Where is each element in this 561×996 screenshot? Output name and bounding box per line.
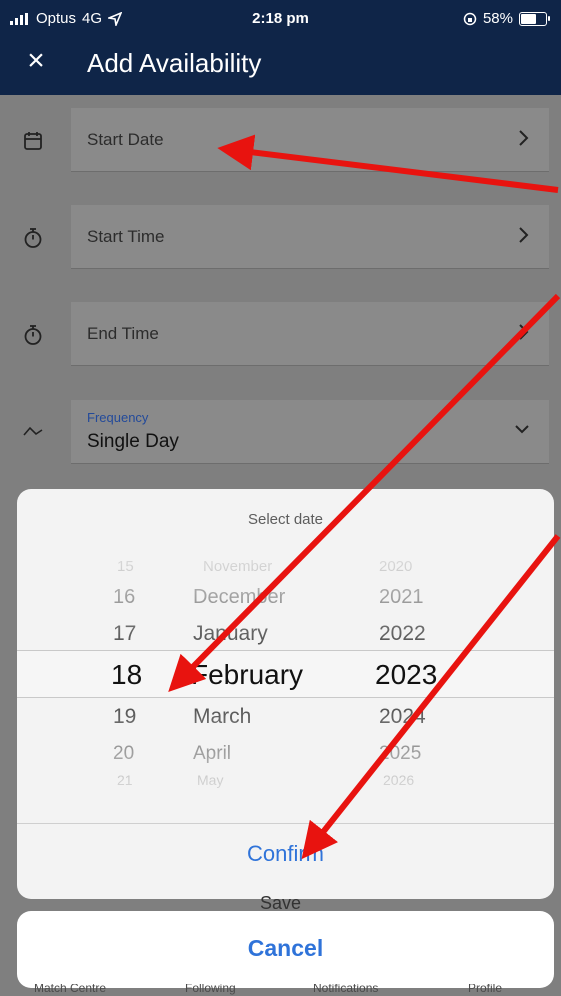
close-icon[interactable]: × [20, 45, 52, 77]
sheet-divider [17, 823, 554, 824]
tab-bar: Match Centre Following Notifications Pro… [0, 984, 561, 996]
day-option[interactable]: 20 [113, 743, 134, 765]
day-option[interactable]: 15 [117, 558, 134, 575]
month-option[interactable]: January [193, 622, 268, 646]
day-option[interactable]: 21 [117, 772, 133, 788]
orientation-lock-icon [463, 12, 477, 25]
selected-month[interactable]: February [191, 659, 303, 691]
day-option[interactable]: 16 [113, 586, 135, 609]
status-bar: Optus 4G 2:18 pm 58% [0, 0, 561, 38]
picker-title: Select date [247, 511, 324, 528]
frequency-value: Single Day [87, 431, 179, 452]
chevron-right-icon [519, 324, 529, 340]
month-option[interactable]: April [193, 743, 231, 765]
end-time-field[interactable]: End Time [71, 302, 549, 366]
stopwatch-icon [24, 228, 42, 248]
tab-following[interactable]: Following [185, 984, 236, 995]
frequency-wave-icon [23, 426, 43, 436]
start-date-field[interactable]: Start Date [71, 108, 549, 172]
cancel-sheet: Cancel [17, 911, 554, 988]
battery-icon [519, 11, 550, 26]
year-option[interactable]: 2020 [379, 558, 412, 575]
tab-profile[interactable]: Profile [468, 984, 502, 995]
stopwatch-icon [24, 325, 42, 345]
selected-year[interactable]: 2023 [375, 659, 437, 691]
page-title: Add Availability [87, 48, 262, 78]
chevron-down-icon [515, 425, 529, 434]
battery-percent: 58% [482, 10, 513, 27]
year-option[interactable]: 2022 [379, 622, 426, 646]
month-option[interactable]: November [203, 558, 272, 575]
year-option[interactable]: 2021 [379, 586, 424, 609]
date-picker-sheet: Select date 15 16 17 18 19 20 21 Novembe… [17, 489, 554, 899]
year-option[interactable]: 2024 [379, 705, 426, 729]
start-time-label: Start Time [87, 227, 165, 246]
chevron-right-icon [519, 130, 529, 146]
day-option[interactable]: 19 [113, 705, 136, 729]
chevron-right-icon [519, 227, 529, 243]
selected-day[interactable]: 18 [111, 659, 142, 691]
tab-match-centre[interactable]: Match Centre [34, 984, 106, 995]
date-picker-wheels[interactable]: 15 16 17 18 19 20 21 November December J… [17, 542, 554, 810]
end-time-label: End Time [87, 324, 159, 343]
app-header: Optus 4G 2:18 pm 58% × Add Availability [0, 0, 561, 95]
tab-notifications[interactable]: Notifications [313, 984, 378, 995]
frequency-label: Frequency [87, 410, 149, 425]
year-option[interactable]: 2025 [379, 743, 421, 765]
frequency-select[interactable]: Frequency Single Day [71, 400, 549, 464]
month-option[interactable]: March [193, 705, 251, 729]
day-option[interactable]: 17 [113, 622, 136, 646]
calendar-icon [24, 132, 42, 150]
cancel-button[interactable]: Cancel [17, 935, 554, 962]
month-option[interactable]: December [193, 586, 285, 609]
start-date-label: Start Date [87, 130, 164, 149]
year-option[interactable]: 2026 [383, 772, 414, 788]
month-option[interactable]: May [197, 772, 223, 788]
status-right: 58% [463, 10, 550, 27]
confirm-button[interactable]: Confirm [17, 841, 554, 867]
start-time-field[interactable]: Start Time [71, 205, 549, 269]
